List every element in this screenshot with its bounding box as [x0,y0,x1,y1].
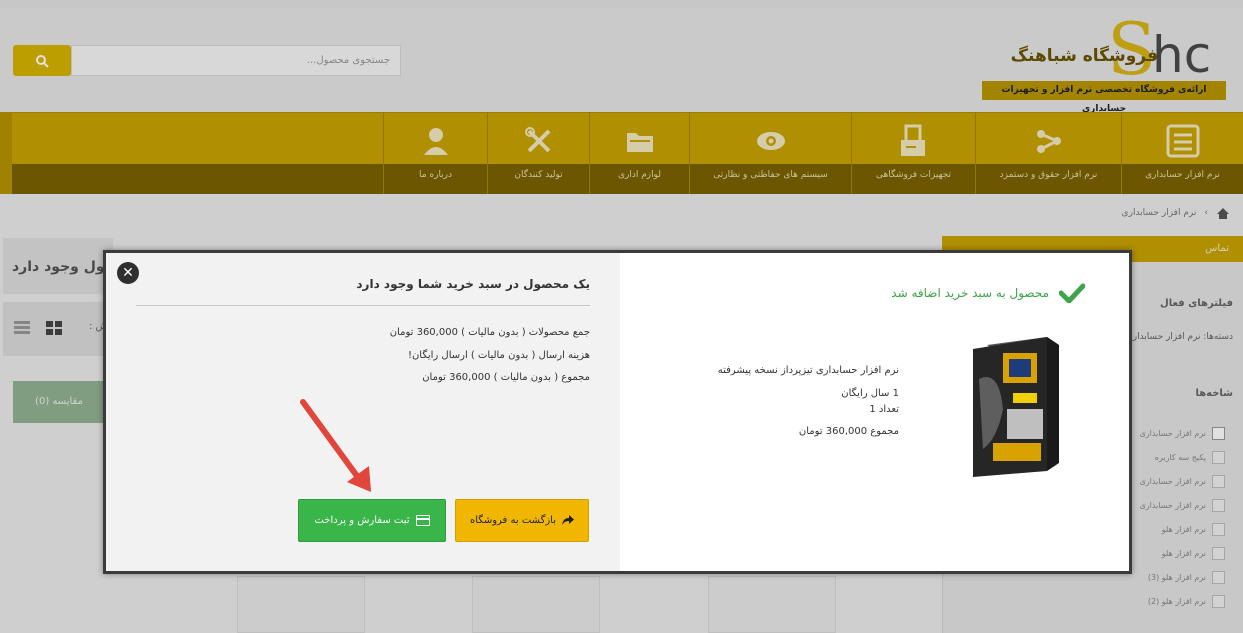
product-quantity: تعداد 1 [869,404,899,415]
product-image [973,337,1059,477]
continue-shopping-button[interactable]: بازگشت به فروشگاه [455,499,589,542]
add-to-cart-modal: ✕ یک محصول در سبد خرید شما وجود دارد جمع… [103,250,1132,574]
product-name: نرم افزار حسابداری تیزپرداز نسخه پیشرفته [717,365,899,376]
share-arrow-icon [562,515,574,525]
close-icon: ✕ [122,265,134,281]
cart-summary-panel: ✕ یک محصول در سبد خرید شما وجود دارد جمع… [106,253,620,571]
added-confirmation: محصول به سبد خرید اضافه شد [891,283,1085,303]
total-products: جمع محصولات ( بدون مالیات ) 360,000 توما… [389,327,590,338]
checkmark-icon [1059,283,1085,303]
close-button[interactable]: ✕ [117,262,139,284]
added-product-panel: محصول به سبد خرید اضافه شد نرم افزار حسا… [620,253,1129,571]
credit-card-icon [415,515,430,526]
added-message: محصول به سبد خرید اضافه شد [891,286,1049,300]
cart-title: یک محصول در سبد خرید شما وجود دارد [356,277,590,291]
grand-total: مجموع ( بدون مالیات ) 360,000 تومان [422,372,590,383]
divider [136,305,590,306]
product-total: مجموع 360,000 تومان [798,426,899,437]
red-arrow-annotation [300,399,371,492]
checkout-button[interactable]: ثبت سفارش و پرداخت [298,499,446,542]
continue-shopping-label: بازگشت به فروشگاه [470,515,556,526]
shipping-cost: هزینه ارسال ( بدون مالیات ) ارسال رایگان… [407,350,590,361]
product-attribute: 1 سال رایگان [841,388,899,399]
checkout-label: ثبت سفارش و پرداخت [314,515,410,526]
